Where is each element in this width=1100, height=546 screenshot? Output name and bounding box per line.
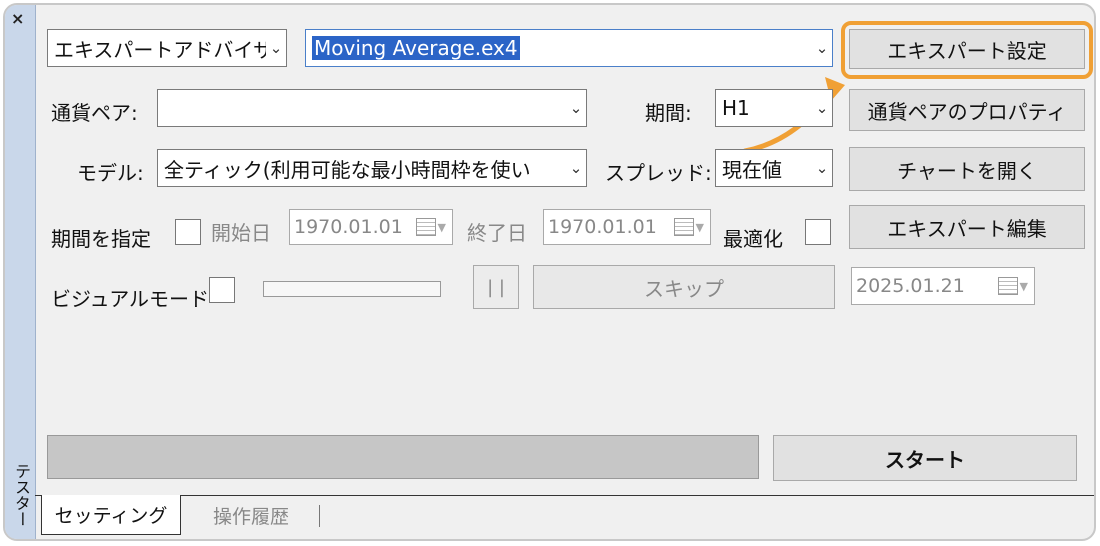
chevron-down-icon[interactable]: ⌄: [566, 159, 586, 177]
from-date-value: 1970.01.01: [294, 216, 403, 238]
open-chart-button[interactable]: チャートを開く: [849, 147, 1085, 191]
chevron-down-icon[interactable]: ⌄: [812, 99, 832, 117]
optimization-label: 最適化: [723, 227, 783, 251]
use-date-checkbox[interactable]: [175, 219, 201, 245]
visual-speed-slider[interactable]: [263, 281, 441, 297]
calendar-icon: [415, 218, 436, 236]
tester-sidebar: × テスター: [5, 5, 36, 539]
start-button[interactable]: スタート: [773, 435, 1077, 481]
symbol-properties-button[interactable]: 通貨ペアのプロパティ: [849, 89, 1085, 131]
chevron-down-icon[interactable]: ▼: [1020, 280, 1028, 293]
tab-settings[interactable]: セッティング: [41, 495, 181, 535]
visual-mode-label: ビジュアルモード: [51, 287, 209, 311]
tester-vertical-title: テスター: [12, 463, 31, 527]
skip-date-value: 2025.01.21: [856, 275, 965, 297]
use-date-label: 期間を指定: [51, 227, 151, 251]
symbol-combo[interactable]: ⌄: [157, 89, 587, 127]
expert-file-value: Moving Average.ex4: [312, 36, 520, 60]
skip-button[interactable]: スキップ: [533, 265, 835, 309]
spread-combo[interactable]: 現在値 ⌄: [715, 149, 833, 187]
visual-mode-checkbox[interactable]: [209, 277, 235, 303]
to-date-label: 終了日: [467, 221, 527, 245]
tab-separator: [319, 505, 320, 527]
pause-button[interactable]: | |: [473, 265, 519, 309]
close-icon[interactable]: ×: [11, 9, 24, 28]
period-label: 期間:: [645, 101, 692, 125]
tab-journal[interactable]: 操作履歴: [191, 495, 311, 535]
to-date-value: 1970.01.01: [548, 216, 657, 238]
progress-bar: [47, 435, 759, 479]
highlight-frame: [841, 21, 1093, 79]
skip-date-picker[interactable]: 2025.01.21 ▼: [851, 267, 1035, 305]
from-date-picker[interactable]: 1970.01.01 ▼: [289, 209, 453, 245]
to-date-picker[interactable]: 1970.01.01 ▼: [543, 209, 711, 245]
optimization-checkbox[interactable]: [805, 219, 831, 245]
calendar-icon: [673, 218, 694, 236]
period-value: H1: [722, 96, 750, 120]
spread-value: 現在値: [722, 157, 782, 182]
chevron-down-icon[interactable]: ⌄: [566, 99, 586, 117]
tester-window: × テスター エキスパートアドバイザ ⌄ Moving Average.ex4 …: [3, 3, 1096, 541]
chevron-down-icon[interactable]: ▼: [438, 221, 446, 234]
model-label: モデル:: [77, 161, 144, 185]
from-date-label: 開始日: [211, 221, 271, 245]
tab-journal-label: 操作履歴: [212, 505, 289, 528]
model-value: 全ティック(利用可能な最小時間枠を使い: [164, 157, 531, 182]
chevron-down-icon[interactable]: ⌄: [812, 159, 832, 177]
chevron-down-icon[interactable]: ▼: [696, 221, 704, 234]
expert-type-combo[interactable]: エキスパートアドバイザ ⌄: [47, 29, 287, 67]
period-combo[interactable]: H1 ⌄: [715, 89, 833, 127]
chevron-down-icon[interactable]: ⌄: [266, 39, 286, 57]
expert-type-value: エキスパートアドバイザ: [54, 37, 266, 62]
edit-expert-button[interactable]: エキスパート編集: [849, 205, 1085, 249]
model-combo[interactable]: 全ティック(利用可能な最小時間枠を使い ⌄: [157, 149, 587, 187]
expert-file-combo[interactable]: Moving Average.ex4 ⌄: [305, 29, 833, 67]
symbol-label: 通貨ペア:: [51, 101, 138, 125]
spread-label: スプレッド:: [605, 161, 712, 185]
tab-settings-label: セッティング: [54, 505, 168, 527]
calendar-icon: [997, 277, 1018, 295]
chevron-down-icon[interactable]: ⌄: [812, 39, 832, 57]
